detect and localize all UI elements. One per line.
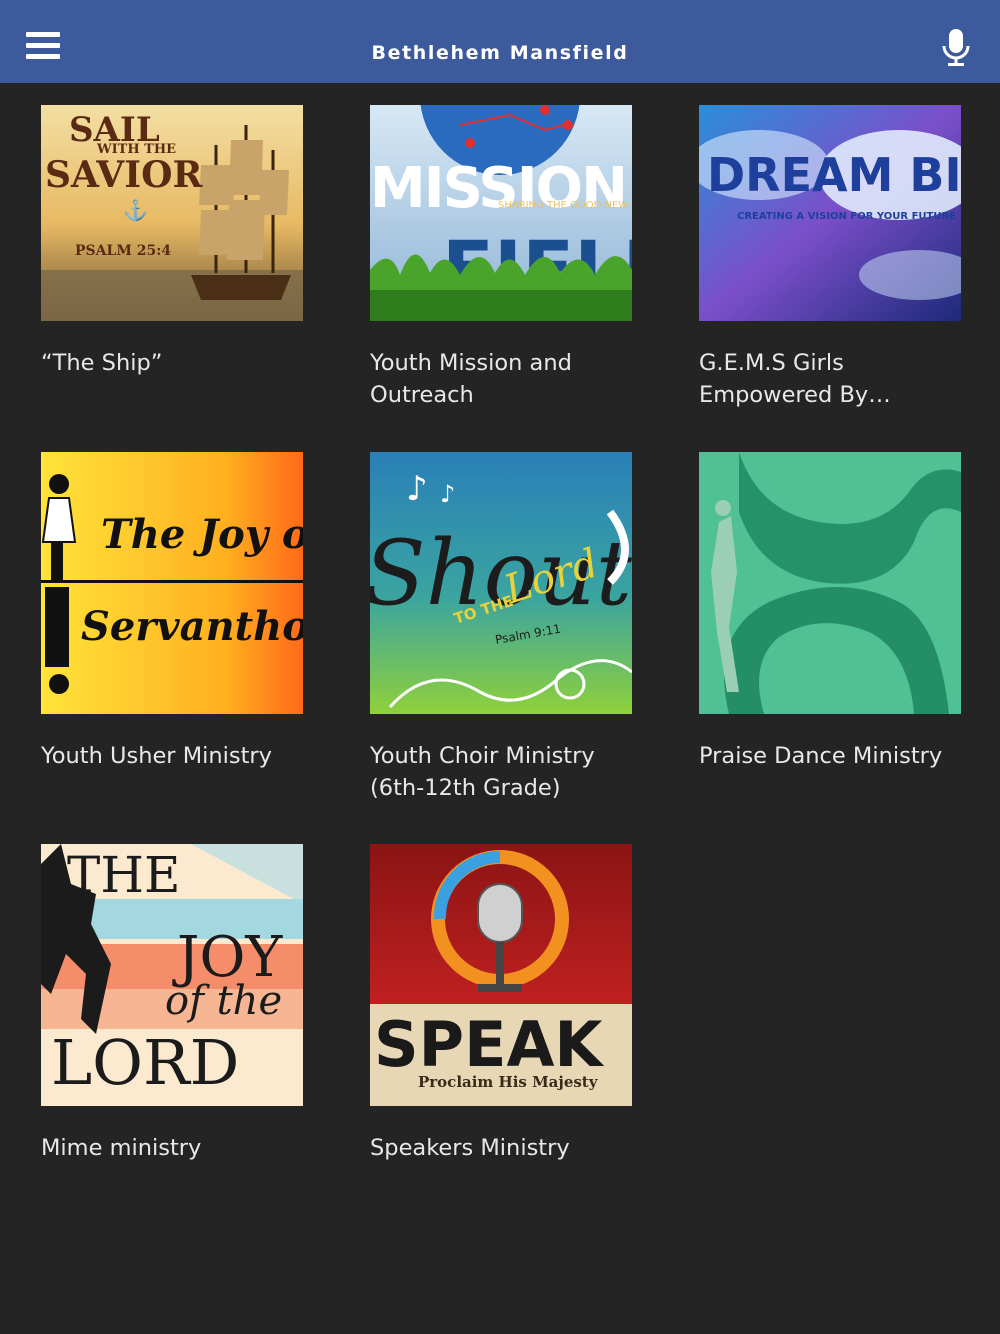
- app-header: Bethlehem Mansfield: [0, 0, 1000, 83]
- artwork-text: SPEAK: [374, 1008, 604, 1081]
- ministry-artwork: ♪ ♪ Shout TO THE Lord Psalm 9:11: [370, 452, 632, 714]
- ministry-artwork: THE JOY of the LORD: [41, 844, 303, 1106]
- ministry-tile-praise-dance[interactable]: Praise Dance Ministry: [699, 452, 961, 772]
- ministry-tile-youth-usher[interactable]: The Joy of Servanthood Youth Usher Minis…: [41, 452, 303, 772]
- svg-text:♪: ♪: [440, 480, 455, 508]
- artwork-text: MISSION: [370, 156, 626, 221]
- ministry-artwork: The Joy of Servanthood: [41, 452, 303, 714]
- ministry-label: Speakers Ministry: [370, 1135, 570, 1161]
- artwork-text: Servanthood: [81, 603, 303, 650]
- svg-text:⚓: ⚓: [123, 198, 148, 222]
- artwork-text: THE: [67, 846, 180, 904]
- ministry-tile-speakers[interactable]: SPEAK Proclaim His Majesty Speakers Mini…: [370, 844, 632, 1164]
- ministry-label: Youth Usher Ministry: [41, 743, 272, 769]
- ministry-tile-youth-mission[interactable]: FIELD MISSION SHARING THE GOOD NEW Youth…: [370, 105, 632, 411]
- ministry-label: Youth Mission and Outreach: [370, 350, 572, 408]
- artwork-text: DREAM BIG: [707, 148, 961, 202]
- microphone-icon[interactable]: [940, 28, 972, 68]
- ministry-tile-gems[interactable]: DREAM BIG CREATING A VISION FOR YOUR FUT…: [699, 105, 961, 411]
- svg-text:♪: ♪: [406, 469, 428, 509]
- ministry-tile-youth-choir[interactable]: ♪ ♪ Shout TO THE Lord Psalm 9:11 Youth C…: [370, 452, 632, 804]
- artwork-text: The Joy of: [101, 511, 303, 558]
- ministry-artwork: FIELD MISSION SHARING THE GOOD NEW: [370, 105, 632, 321]
- ministry-tile-mime[interactable]: THE JOY of the LORD Mime ministry: [41, 844, 303, 1164]
- artwork-text: PSALM 25:4: [75, 243, 171, 259]
- ministry-label: G.E.M.S Girls Empowered By Ministry: [699, 350, 869, 408]
- ministry-artwork: DREAM BIG CREATING A VISION FOR YOUR FUT…: [699, 105, 961, 321]
- page-title: Bethlehem Mansfield: [371, 42, 629, 64]
- artwork-text: LORD: [51, 1026, 239, 1099]
- ministry-label: Youth Choir Ministry (6th-12th Grade): [370, 743, 595, 801]
- artwork-text: SHARING THE GOOD NEW: [498, 200, 628, 211]
- ministry-label: Mime ministry: [41, 1135, 202, 1161]
- ministry-label: Praise Dance Ministry: [699, 743, 943, 769]
- ministry-label: “The Ship”: [41, 350, 163, 376]
- ministry-tile-the-ship[interactable]: SAIL WITH THE SAVIOR ⚓ PSALM 25:4 “The S…: [41, 105, 303, 379]
- artwork-text: Proclaim His Majesty: [418, 1073, 599, 1091]
- artwork-text: SAVIOR: [45, 154, 203, 196]
- artwork-text: of the: [165, 978, 282, 1024]
- ministry-artwork: [699, 452, 961, 714]
- artwork-text: CREATING A VISION FOR YOUR FUTURE: [737, 211, 956, 222]
- ministry-artwork: SPEAK Proclaim His Majesty: [370, 844, 632, 1106]
- ministry-artwork: SAIL WITH THE SAVIOR ⚓ PSALM 25:4: [41, 105, 303, 321]
